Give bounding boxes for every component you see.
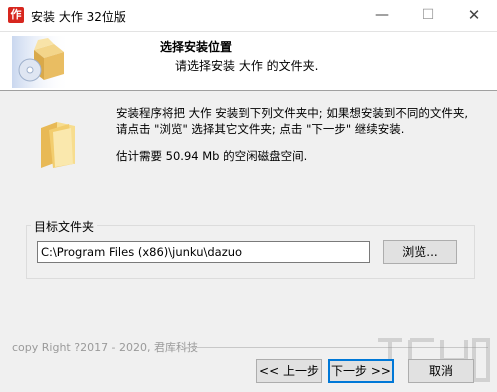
title-bar[interactable]: 作 安装 大作 32位版 — ☐ ✕ [0,0,497,32]
destination-group-label: 目标文件夹 [31,218,98,235]
window-title: 安装 大作 32位版 [31,10,126,24]
close-button[interactable]: ✕ [451,0,497,31]
space-required-text: 估计需要 50.94 Mb 的空闲磁盘空间. [116,149,308,163]
app-icon: 作 [8,7,24,23]
installer-box-icon [12,36,70,88]
back-button[interactable]: << 上一步 [256,359,322,383]
install-description: 安装程序将把 大作 安装到下列文件夹中; 如果想安装到不同的文件夹, 请点击 "… [116,106,468,136]
page-subtitle: 请选择安装 大作 的文件夹. [175,59,319,73]
installer-window: 作 安装 大作 32位版 — ☐ ✕ 选择安装位置 请选择安装 大作 的文件夹. [0,0,497,392]
next-button[interactable]: 下一步 >> [328,359,394,383]
cancel-button[interactable]: 取消 [408,359,474,383]
page-title: 选择安装位置 [160,40,233,54]
copyright-text: copy Right ?2017 - 2020, 君库科技 [12,341,199,354]
browse-button[interactable]: 浏览... [383,240,457,264]
folder-icon [41,122,75,168]
maximize-button[interactable]: ☐ [405,0,451,31]
minimize-button[interactable]: — [359,0,405,31]
wizard-header: 选择安装位置 请选择安装 大作 的文件夹. [0,32,497,91]
install-path-field[interactable]: C:\Program Files (x86)\junku\dazuo [37,241,370,263]
